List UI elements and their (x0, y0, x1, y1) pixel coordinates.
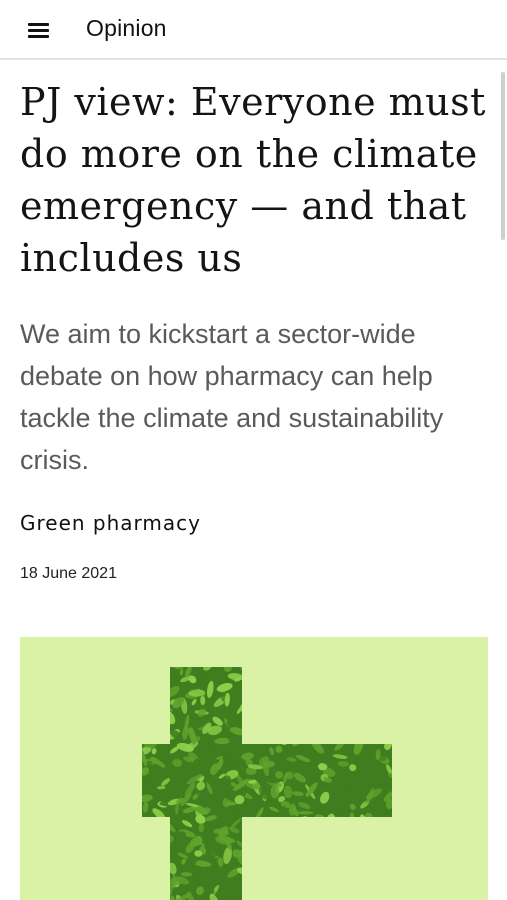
publish-date: 18 June 2021 (20, 565, 117, 582)
section-title[interactable]: Opinion (86, 13, 167, 43)
article-standfirst: We aim to kickstart a sector-wide debate… (20, 319, 444, 475)
category-link[interactable]: Green pharmacy (20, 508, 201, 538)
hero-image (20, 637, 488, 900)
article-headline: PJ view: Everyone must do more on the cl… (20, 80, 486, 280)
leafy-green-cross-icon (142, 667, 392, 900)
top-bar: Opinion (0, 0, 507, 60)
scrollbar[interactable] (501, 72, 505, 240)
hamburger-menu-icon[interactable] (18, 14, 58, 46)
